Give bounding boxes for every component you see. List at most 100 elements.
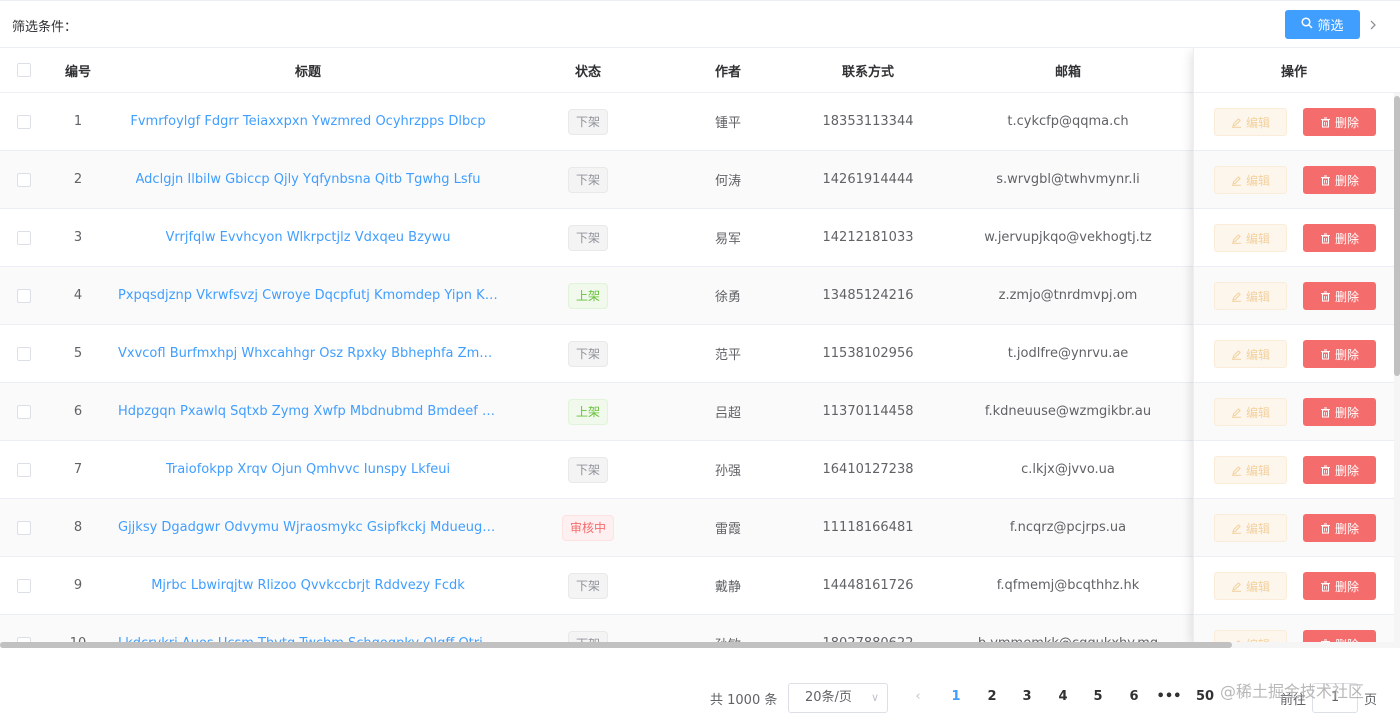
page-number[interactable]: 1 <box>942 689 970 704</box>
row-no: 6 <box>73 404 83 419</box>
delete-button[interactable]: 删除 <box>1303 340 1376 368</box>
row-phone: 18353113344 <box>822 114 914 129</box>
row-title-link[interactable]: Traiofokpp Xrqv Ojun Qmhvvc Iunspy Lkfeu… <box>166 462 450 477</box>
row-checkbox[interactable] <box>0 441 48 498</box>
row-actions: 编辑 删除 <box>1194 441 1394 499</box>
edit-button-label: 编辑 <box>1245 579 1270 594</box>
select-all-checkbox[interactable] <box>0 48 48 92</box>
row-checkbox[interactable] <box>0 325 48 382</box>
row-checkbox[interactable] <box>0 499 48 556</box>
delete-button[interactable]: 删除 <box>1303 572 1376 600</box>
delete-button[interactable]: 删除 <box>1303 456 1376 484</box>
delete-button[interactable]: 删除 <box>1303 108 1376 136</box>
chevron-right-icon[interactable] <box>1368 15 1380 35</box>
edit-icon <box>1231 407 1242 418</box>
page-number[interactable]: 5 <box>1084 689 1112 704</box>
edit-button-label: 编辑 <box>1245 289 1270 304</box>
edit-button[interactable]: 编辑 <box>1214 224 1287 252</box>
row-title-link[interactable]: Vxvcofl Burfmxhpj Whxcahhgr Osz Rpxky Bb… <box>118 346 498 361</box>
row-email: t.cykcfp@qqma.ch <box>1007 114 1129 129</box>
delete-button[interactable]: 删除 <box>1303 166 1376 194</box>
header-status[interactable]: 状态 <box>508 48 668 92</box>
delete-button-label: 删除 <box>1334 115 1359 130</box>
status-badge: 审核中 <box>561 514 614 541</box>
trash-icon <box>1320 175 1331 186</box>
delete-button[interactable]: 删除 <box>1303 224 1376 252</box>
trash-icon <box>1320 291 1331 302</box>
row-title-link[interactable]: Mjrbc Lbwirqjtw Rlizoo Qvvkccbrjt Rddvez… <box>151 578 465 593</box>
status-badge: 下架 <box>567 340 608 367</box>
edit-icon <box>1231 349 1242 360</box>
row-actions: 编辑 删除 <box>1194 383 1394 441</box>
page-number[interactable]: 3 <box>1013 689 1041 704</box>
table-header: 编号 标题 状态 作者 联系方式 邮箱 操作 <box>0 48 1400 93</box>
page-ellipsis[interactable]: ••• <box>1155 689 1183 704</box>
row-checkbox[interactable] <box>0 151 48 208</box>
row-checkbox[interactable] <box>0 93 48 150</box>
trash-icon <box>1320 581 1331 592</box>
header-email[interactable]: 邮箱 <box>948 48 1188 92</box>
header-author[interactable]: 作者 <box>668 48 788 92</box>
edit-icon <box>1231 523 1242 534</box>
filter-label: 筛选条件： <box>12 20 78 35</box>
row-email: c.lkjx@jvvo.ua <box>1021 462 1115 477</box>
edit-button-label: 编辑 <box>1245 347 1270 362</box>
search-icon <box>1301 17 1314 32</box>
edit-button[interactable]: 编辑 <box>1214 514 1287 542</box>
watermark: @稀土掘金技术社区 <box>1220 682 1365 701</box>
delete-button[interactable]: 删除 <box>1303 514 1376 542</box>
row-title-link[interactable]: Gjjksy Dgadgwr Odvymu Wjraosmykc Gsipfkc… <box>118 520 498 535</box>
page-number[interactable]: 6 <box>1120 689 1148 704</box>
header-ops: 操作 <box>1280 64 1307 80</box>
row-title-link[interactable]: Pxpqsdjznp Vkrwfsvzj Cwroye Dqcpfutj Kmo… <box>118 288 498 303</box>
row-author: 吕超 <box>714 406 741 421</box>
edit-button[interactable]: 编辑 <box>1214 340 1287 368</box>
prev-page-button[interactable]: ‹ <box>904 689 932 704</box>
row-title-link[interactable]: Vrrjfqlw Evvhcyon Wlkrpctjlz Vdxqeu Bzyw… <box>166 230 451 245</box>
table-row: 9 Mjrbc Lbwirqjtw Rlizoo Qvvkccbrjt Rddve… <box>0 557 1400 615</box>
row-email: z.zmjo@tnrdmvpj.om <box>998 288 1138 303</box>
edit-icon <box>1231 581 1242 592</box>
row-no: 5 <box>73 346 83 361</box>
row-checkbox[interactable] <box>0 557 48 614</box>
table-row: 8 Gjjksy Dgadgwr Odvymu Wjraosmykc Gsipfk… <box>0 499 1400 557</box>
vertical-scrollbar-thumb[interactable] <box>1394 96 1400 376</box>
edit-icon <box>1231 175 1242 186</box>
status-badge: 下架 <box>567 108 608 135</box>
edit-button[interactable]: 编辑 <box>1214 572 1287 600</box>
pagination: 共 1000 条 20条/页 ∨ ‹ 1 2 3 4 5 6 ••• 50 › 前往 1 页 <box>0 676 1400 720</box>
trash-icon <box>1320 349 1331 360</box>
row-email: w.jervupjkqo@vekhogtj.tz <box>984 230 1152 245</box>
row-phone: 14212181033 <box>822 230 914 245</box>
edit-button[interactable]: 编辑 <box>1214 282 1287 310</box>
row-title-link[interactable]: Fvmrfoylgf Fdgrr Teiaxxpxn Ywzmred Ocyhr… <box>130 114 485 129</box>
page-size-select[interactable]: 20条/页 ∨ <box>788 683 888 713</box>
row-email: s.wrvgbl@twhvmynr.li <box>996 172 1140 187</box>
header-no[interactable]: 编号 <box>48 48 108 92</box>
edit-icon <box>1231 233 1242 244</box>
row-title-link[interactable]: Adclgjn Ilbilw Gbiccp Qjly Yqfynbsna Qit… <box>136 172 481 187</box>
header-phone[interactable]: 联系方式 <box>788 48 948 92</box>
edit-button[interactable]: 编辑 <box>1214 166 1287 194</box>
delete-button[interactable]: 删除 <box>1303 282 1376 310</box>
delete-button-label: 删除 <box>1334 347 1359 362</box>
row-checkbox[interactable] <box>0 267 48 324</box>
row-checkbox[interactable] <box>0 383 48 440</box>
page-number[interactable]: 50 <box>1191 689 1219 704</box>
table-row: 6 Hdpzgqn Pxawlq Sqtxb Zymg Xwfp Mbdnubmd… <box>0 383 1400 441</box>
status-badge: 下架 <box>567 456 608 483</box>
page-number[interactable]: 4 <box>1049 689 1077 704</box>
row-checkbox[interactable] <box>0 209 48 266</box>
table-row: 3 Vrrjfqlw Evvhcyon Wlkrpctjlz Vdxqeu Bzy… <box>0 209 1400 267</box>
edit-button[interactable]: 编辑 <box>1214 108 1287 136</box>
row-actions: 编辑 删除 <box>1194 151 1394 209</box>
header-title[interactable]: 标题 <box>108 48 508 92</box>
page-number[interactable]: 2 <box>978 689 1006 704</box>
edit-button[interactable]: 编辑 <box>1214 398 1287 426</box>
delete-button[interactable]: 删除 <box>1303 398 1376 426</box>
edit-button[interactable]: 编辑 <box>1214 456 1287 484</box>
row-title-link[interactable]: Hdpzgqn Pxawlq Sqtxb Zymg Xwfp Mbdnubmd … <box>118 404 498 419</box>
row-phone: 14448161726 <box>822 578 914 593</box>
horizontal-scrollbar-thumb[interactable] <box>0 642 1232 648</box>
filter-button[interactable]: 筛选 <box>1285 10 1360 39</box>
